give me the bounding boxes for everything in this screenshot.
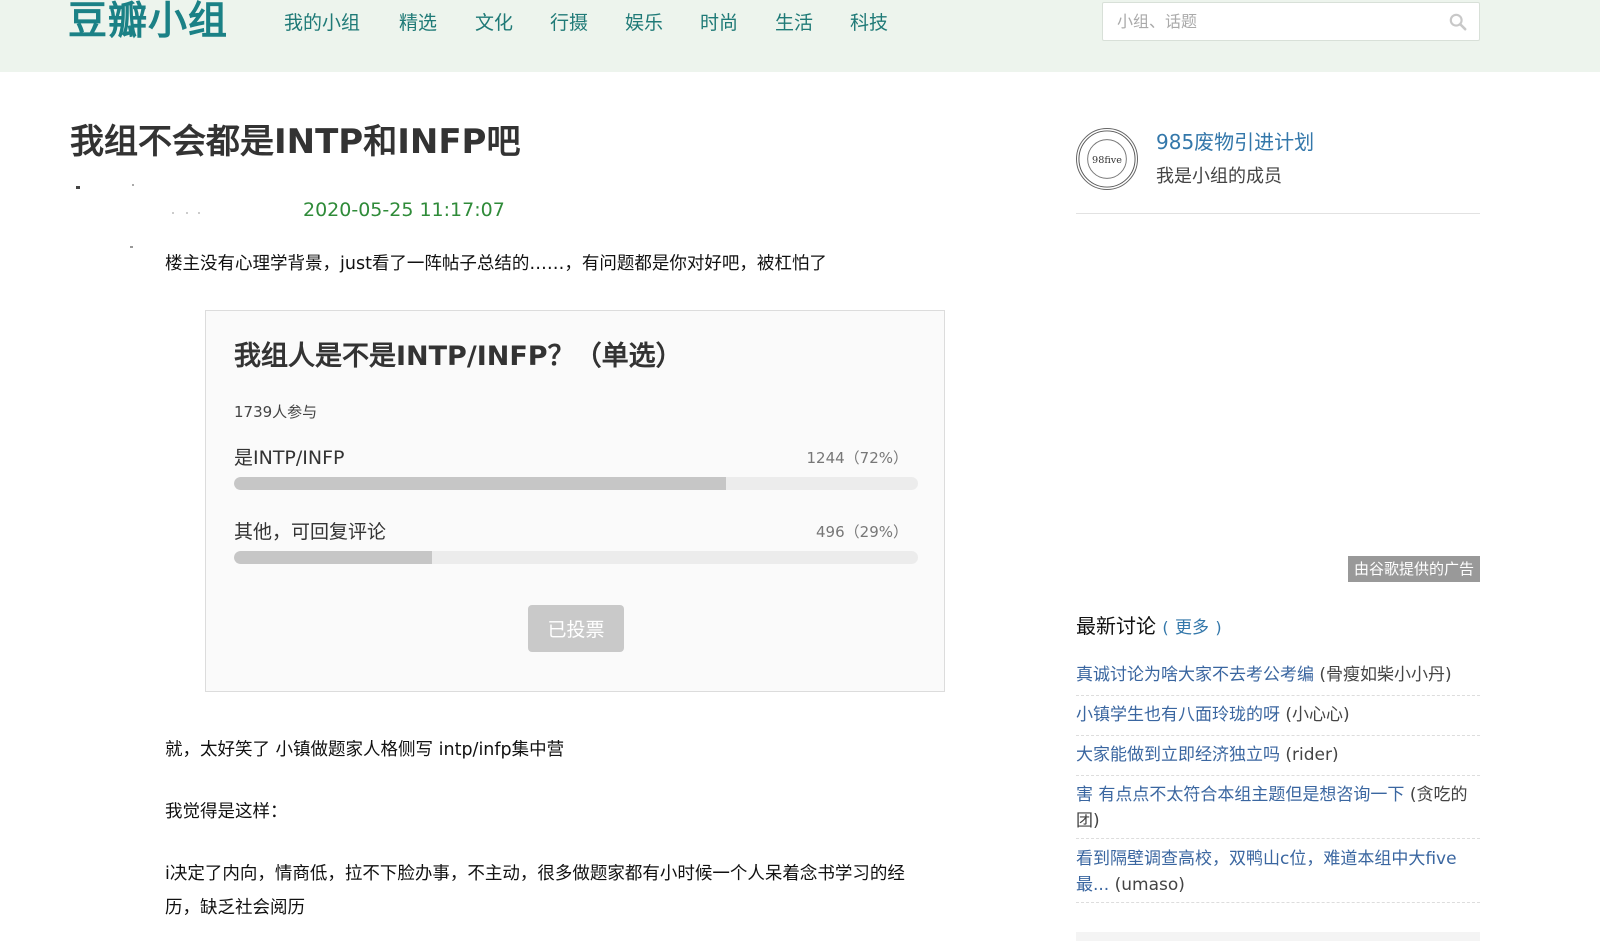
- membership-status: 我是小组的成员: [1156, 166, 1282, 187]
- post-intro: 楼主没有心理学背景，just看了一阵帖子总结的……，有问题都是你对好吧，被杠怕了: [165, 254, 827, 274]
- poll-option-bar-fill: [234, 477, 727, 490]
- post-paragraph: 历，缺乏社会阅历: [165, 898, 305, 918]
- discussion-link[interactable]: 真诚讨论为啥大家不去考公考编: [1076, 665, 1314, 685]
- nav-life[interactable]: 生活: [775, 8, 813, 38]
- nav-tech[interactable]: 科技: [850, 8, 888, 38]
- search-icon[interactable]: [1449, 13, 1467, 31]
- post-paragraph: 就，太好笑了 小镇做题家人格侧写 intp/infp集中营: [165, 740, 565, 760]
- discussion-link[interactable]: 害 有点点不太符合本组主题但是想咨询一下: [1076, 785, 1404, 805]
- discussion-author: (rider): [1285, 745, 1339, 765]
- author-avatar-placeholder: [76, 184, 200, 248]
- nav-culture[interactable]: 文化: [475, 8, 513, 38]
- list-item: 害 有点点不太符合本组主题但是想咨询一下 (贪吃的团): [1076, 782, 1480, 839]
- poll-option-bar: [234, 551, 918, 564]
- more-link[interactable]: 更多: [1175, 618, 1209, 638]
- poll-option-result: 496（29%）: [816, 523, 908, 541]
- discussion-link[interactable]: 小镇学生也有八面玲珑的呀: [1076, 705, 1280, 725]
- post-paragraph: 我觉得是这样：: [165, 802, 288, 822]
- group-logo-text: 98five: [1092, 155, 1122, 166]
- poll-option-bar: [234, 477, 918, 490]
- discussion-author: (umaso): [1114, 875, 1185, 895]
- voted-button[interactable]: 已投票: [528, 605, 624, 652]
- poll-option-result: 1244（72%）: [806, 449, 908, 467]
- site-logo[interactable]: 豆瓣小组: [68, 0, 228, 46]
- poll-option-bar-fill: [234, 551, 433, 564]
- latest-discussions-title: 最新讨论: [1076, 614, 1156, 638]
- topic-title: 我组不会都是INTP和INFP吧: [70, 122, 521, 162]
- poll-participants: 1739人参与: [234, 403, 318, 421]
- group-name-link[interactable]: 985废物引进计划: [1156, 128, 1314, 156]
- list-item: 看到隔壁调查高校，双鸭山c位，难道本组中大five最... (umaso): [1076, 846, 1480, 903]
- discussion-link[interactable]: 大家能做到立即经济独立吗: [1076, 745, 1280, 765]
- post-timestamp: 2020-05-25 11:17:07: [303, 199, 505, 221]
- sidebar-next-section: [1076, 932, 1480, 941]
- discussion-author: (小心心): [1285, 705, 1350, 725]
- search-input[interactable]: [1103, 3, 1461, 40]
- poll-option-label: 是INTP/INFP: [234, 447, 345, 469]
- nav-photo-travel[interactable]: 行摄: [550, 8, 588, 38]
- nav-featured[interactable]: 精选: [399, 8, 437, 38]
- latest-discussions-heading: 最新讨论 ( 更多 ): [1076, 612, 1222, 642]
- paren-open: (: [1162, 618, 1169, 637]
- list-item: 真诚讨论为啥大家不去考公考编 (骨瘦如柴小小丹): [1076, 662, 1480, 696]
- list-item: 大家能做到立即经济独立吗 (rider): [1076, 742, 1480, 776]
- nav-entertainment[interactable]: 娱乐: [625, 8, 663, 38]
- ad-label: 由谷歌提供的广告: [1347, 556, 1480, 582]
- nav-fashion[interactable]: 时尚: [700, 8, 738, 38]
- post-paragraph: i决定了内向，情商低，拉不下脸办事，不主动，很多做题家都有小时候一个人呆着念书学…: [165, 864, 905, 884]
- nav-my-groups[interactable]: 我的小组: [284, 8, 360, 38]
- top-nav-bar: 豆瓣小组 我的小组 精选 文化 行摄 娱乐 时尚 生活 科技: [0, 0, 1600, 72]
- sidebar-divider: [1076, 213, 1480, 214]
- group-logo[interactable]: 98five: [1076, 128, 1138, 190]
- poll-option-label: 其他，可回复评论: [234, 521, 387, 543]
- list-item: 小镇学生也有八面玲珑的呀 (小心心): [1076, 702, 1480, 736]
- search-box: [1102, 2, 1480, 41]
- discussion-author: (骨瘦如柴小小丹): [1319, 665, 1452, 685]
- paren-close: ): [1215, 618, 1222, 637]
- poll-card: 我组人是不是INTP/INFP？（单选） 1739人参与 是INTP/INFP …: [205, 310, 945, 692]
- poll-title: 我组人是不是INTP/INFP？（单选）: [234, 341, 683, 372]
